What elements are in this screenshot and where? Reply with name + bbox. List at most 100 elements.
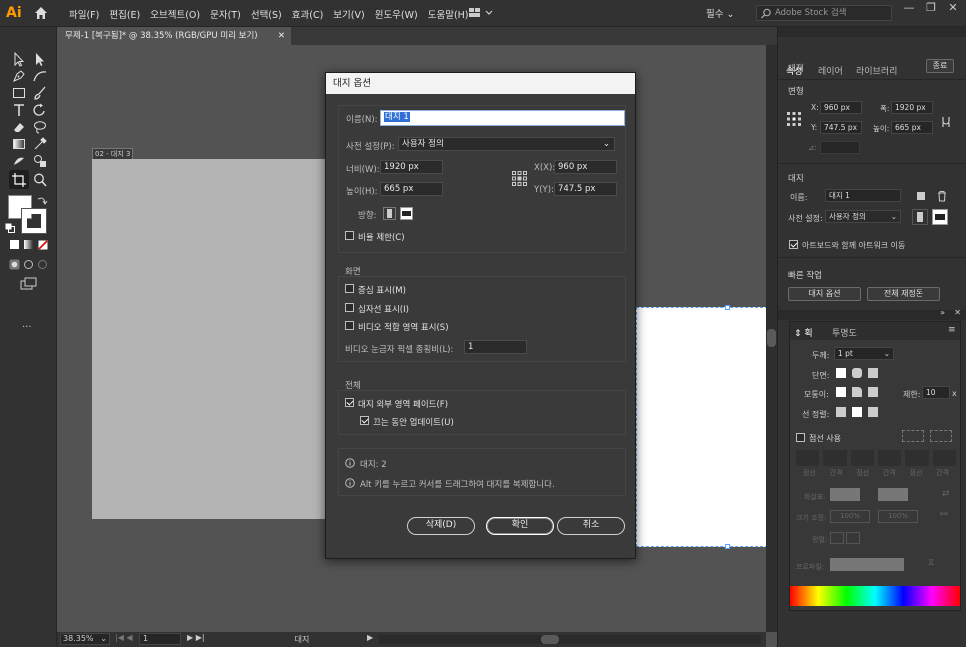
constrain-proportions-icon[interactable]	[939, 115, 953, 129]
new-artboard-icon[interactable]	[915, 190, 927, 202]
delete-artboard-icon[interactable]	[936, 190, 948, 202]
document-tab[interactable]: 무제-1 [복구됨]* @ 38.35% (RGB/GPU 미리 보기) ✕	[57, 27, 291, 45]
height-input[interactable]: 665 px	[380, 182, 443, 196]
artboard-name-input[interactable]: 대지 1	[380, 110, 625, 126]
maximize-button[interactable]: ❐	[920, 0, 942, 18]
horizontal-scrollbar[interactable]	[379, 635, 761, 644]
close-panel-icon[interactable]: ✕	[954, 308, 961, 317]
draw-behind-icon[interactable]	[23, 259, 34, 270]
width-input[interactable]: 1920 px	[380, 160, 443, 174]
workspace-switcher[interactable]: 필수 ⌄	[706, 6, 746, 22]
transform-w-input[interactable]: 1920 px	[891, 101, 933, 114]
dashed-line-checkbox[interactable]	[796, 433, 805, 442]
color-mode-icon[interactable]	[10, 240, 19, 249]
miter-join-button[interactable]	[836, 387, 846, 397]
artboard-2[interactable]	[92, 159, 326, 519]
menu-edit[interactable]: 편집(E)	[104, 7, 145, 21]
menu-type[interactable]: 문자(T)	[205, 7, 246, 21]
artboard-number-field[interactable]: 1	[139, 633, 181, 645]
minimize-button[interactable]: —	[898, 0, 920, 18]
artboard-1-selected[interactable]	[636, 305, 768, 549]
round-cap-button[interactable]	[852, 368, 862, 378]
reference-point-icon[interactable]	[512, 171, 527, 186]
show-center-checkbox[interactable]	[345, 284, 354, 293]
tab-stroke[interactable]: ⇕ 획	[794, 326, 813, 339]
ok-button[interactable]: 확인	[486, 517, 554, 535]
swap-fill-stroke-icon[interactable]	[36, 195, 48, 207]
first-prev-artboard-icon[interactable]: |◀ ◀	[115, 633, 137, 642]
scroll-thumb[interactable]	[767, 329, 776, 347]
home-icon[interactable]	[33, 5, 49, 21]
tab-layers[interactable]: 레이어	[818, 64, 843, 77]
rectangle-tool-icon[interactable]	[11, 85, 27, 101]
selection-tool-icon[interactable]	[11, 51, 27, 67]
show-video-safe-checkbox[interactable]	[345, 321, 354, 330]
y-input[interactable]: 747.5 px	[554, 182, 617, 196]
tab-libraries[interactable]: 라이브러리	[856, 64, 897, 77]
pen-tool-icon[interactable]	[11, 68, 27, 84]
direct-selection-tool-icon[interactable]	[32, 51, 48, 67]
paintbrush-tool-icon[interactable]	[32, 85, 48, 101]
menu-view[interactable]: 보기(V)	[328, 7, 369, 21]
stock-search-input[interactable]: Adobe Stock 검색	[756, 5, 892, 21]
round-join-button[interactable]	[852, 387, 862, 397]
close-window-button[interactable]: ✕	[942, 0, 964, 18]
artboard-options-button[interactable]: 대지 옵션	[788, 287, 861, 301]
vertical-scrollbar[interactable]	[766, 45, 777, 632]
menu-help[interactable]: 도움말(H)	[423, 7, 474, 21]
landscape-button[interactable]	[400, 207, 413, 220]
preserve-dash-icon[interactable]	[902, 430, 924, 442]
artboard-tool-active[interactable]	[9, 170, 29, 189]
resize-handle[interactable]	[725, 544, 730, 549]
screen-mode-icon[interactable]	[20, 277, 38, 291]
eyedropper-tool-icon[interactable]	[32, 136, 48, 152]
zoom-field[interactable]: 38.35% ⌄	[60, 633, 110, 645]
collapse-panel-icon[interactable]: »	[940, 308, 945, 317]
projecting-cap-button[interactable]	[868, 368, 878, 378]
close-tab-icon[interactable]: ✕	[278, 27, 285, 45]
portrait-button[interactable]	[912, 209, 928, 225]
shape-builder-tool-icon[interactable]	[32, 153, 48, 169]
landscape-button[interactable]	[932, 209, 948, 225]
stroke-swatch[interactable]	[21, 208, 47, 234]
pixel-ratio-input[interactable]: 1	[464, 340, 527, 354]
preset-select[interactable]: 사용자 정의 ⌄	[398, 137, 615, 151]
show-crosshairs-checkbox[interactable]	[345, 303, 354, 312]
default-colors-icon[interactable]	[5, 223, 15, 233]
miter-limit-input[interactable]: 10	[922, 386, 950, 399]
stroke-weight-input[interactable]: 1 pt ⌄	[834, 347, 894, 360]
move-artwork-checkbox[interactable]	[789, 240, 798, 249]
portrait-button[interactable]	[383, 207, 396, 220]
bevel-join-button[interactable]	[868, 387, 878, 397]
type-tool-icon[interactable]	[11, 102, 27, 118]
delete-button[interactable]: 삭제(D)	[407, 517, 475, 535]
cancel-button[interactable]: 취소	[557, 517, 625, 535]
resize-handle[interactable]	[725, 305, 730, 310]
x-input[interactable]: 960 px	[554, 160, 617, 174]
scroll-thumb[interactable]	[541, 635, 559, 644]
align-center-button[interactable]	[836, 407, 846, 417]
draw-normal-icon[interactable]	[9, 259, 20, 270]
align-outside-button[interactable]	[868, 407, 878, 417]
lasso-tool-icon[interactable]	[32, 119, 48, 135]
menu-effect[interactable]: 효과(C)	[287, 7, 329, 21]
arrange-documents-icon[interactable]	[468, 6, 496, 20]
transform-y-input[interactable]: 747.5 px	[820, 121, 862, 134]
gradient-tool-icon[interactable]	[11, 136, 27, 152]
artboard-name-input[interactable]: 대지 1	[825, 189, 901, 202]
draw-inside-icon[interactable]	[37, 259, 48, 270]
menu-window[interactable]: 윈도우(W)	[370, 7, 423, 21]
update-while-dragging-checkbox[interactable]	[360, 416, 369, 425]
reference-point-icon[interactable]	[786, 111, 802, 127]
tab-transparency[interactable]: 투명도	[832, 326, 857, 339]
eraser-tool-icon[interactable]	[11, 119, 27, 135]
constrain-proportions-checkbox[interactable]	[345, 231, 354, 240]
gradient-mode-icon[interactable]	[24, 240, 33, 249]
none-mode-icon[interactable]	[38, 240, 48, 250]
transform-h-input[interactable]: 665 px	[891, 121, 933, 134]
fade-outside-checkbox[interactable]	[345, 398, 354, 407]
status-menu-arrow-icon[interactable]: ▶	[367, 633, 377, 642]
more-tools-icon[interactable]: ···	[22, 323, 36, 333]
align-dash-icon[interactable]	[930, 430, 952, 442]
menu-object[interactable]: 오브젝트(O)	[145, 7, 205, 21]
